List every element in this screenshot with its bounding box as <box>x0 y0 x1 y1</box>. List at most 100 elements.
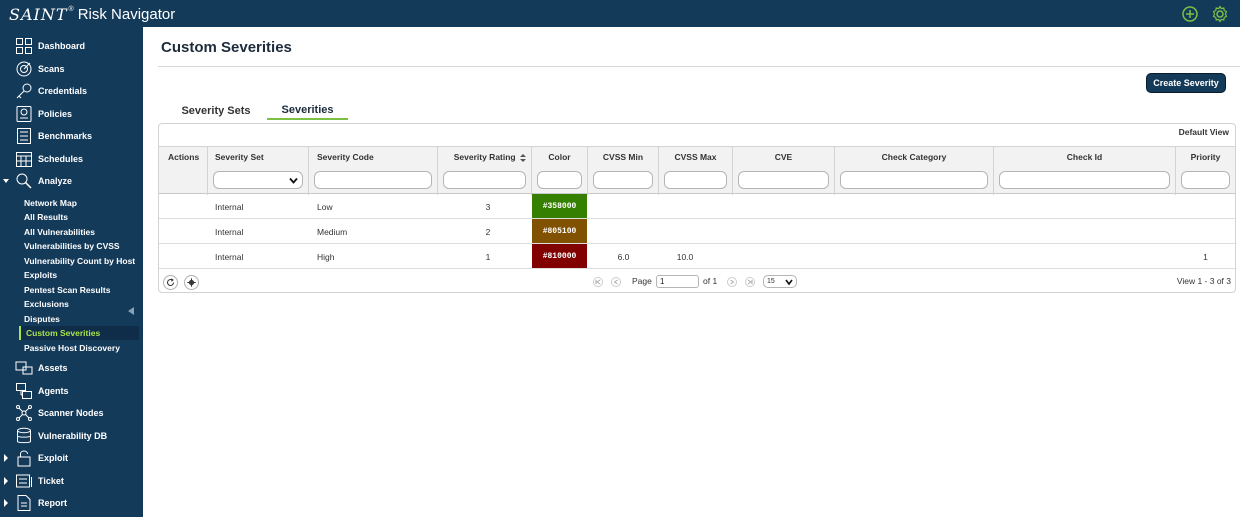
severity-rating-filter-input[interactable] <box>443 171 526 189</box>
last-page-icon[interactable] <box>744 277 756 287</box>
priority-filter-input[interactable] <box>1181 171 1230 189</box>
column-header-cvss-min[interactable]: CVSS Min <box>588 147 659 195</box>
column-header-severity-set[interactable]: Severity Set <box>208 147 309 195</box>
sidebar-item-exploit[interactable]: Exploit <box>0 447 143 469</box>
default-view-link[interactable]: Default View <box>1179 127 1229 137</box>
column-header-check-id[interactable]: Check Id <box>994 147 1176 195</box>
refresh-button[interactable] <box>163 275 178 290</box>
column-header-severity-code[interactable]: Severity Code <box>309 147 438 195</box>
next-page-icon[interactable] <box>726 277 738 287</box>
first-page-icon[interactable] <box>592 277 604 287</box>
sidebar-sub-exploits[interactable]: Exploits <box>24 268 140 282</box>
gear-icon <box>187 278 196 287</box>
chevron-down-icon <box>289 177 298 184</box>
severity-code-filter-input[interactable] <box>314 171 432 189</box>
sidebar-sub-network-map[interactable]: Network Map <box>24 196 140 210</box>
severities-grid: Default View Actions Severity Set Severi… <box>158 123 1236 293</box>
sidebar-sub-vulnerabilities-by-cvss[interactable]: Vulnerabilities by CVSS <box>24 239 140 253</box>
sidebar-sub-all-results[interactable]: All Results <box>24 210 140 224</box>
column-header-color[interactable]: Color <box>532 147 588 195</box>
column-header-cvss-max[interactable]: CVSS Max <box>659 147 733 195</box>
benchmark-icon <box>17 128 31 144</box>
cell-severity-rating: 2 <box>485 226 491 237</box>
column-header-cve[interactable]: CVE <box>733 147 835 195</box>
column-header-severity-rating[interactable]: Severity Rating <box>438 147 532 195</box>
sidebar-item-label: Benchmarks <box>38 131 93 141</box>
chevron-down-icon[interactable] <box>3 177 9 185</box>
grid-pager: Page 1 of 1 15 View 1 - 3 of 3 <box>159 271 1235 293</box>
sidebar-item-assets[interactable]: Assets <box>0 357 143 379</box>
cvss-min-filter-input[interactable] <box>593 171 653 189</box>
page-number-input[interactable]: 1 <box>656 275 699 288</box>
cell-severity-set: Internal <box>215 226 244 237</box>
color-filter-input[interactable] <box>537 171 582 189</box>
cell-severity-set: Internal <box>215 201 244 212</box>
sidebar-item-vulnerability-db[interactable]: Vulnerability DB <box>0 425 143 447</box>
sidebar-sub-custom-severities[interactable]: Custom Severities <box>19 326 139 340</box>
cell-priority: 1 <box>1203 251 1208 262</box>
add-circle-icon[interactable] <box>1181 5 1199 23</box>
chevron-right-icon[interactable] <box>3 477 9 485</box>
tab-severities[interactable]: Severities <box>267 102 348 120</box>
cell-severity-code: High <box>317 251 335 262</box>
brand-saint: SAINT <box>9 4 68 24</box>
column-header-priority[interactable]: Priority <box>1176 147 1235 195</box>
sidebar-item-label: Ticket <box>38 476 64 486</box>
sidebar-item-agents[interactable]: Agents <box>0 380 143 402</box>
brand-logo[interactable]: SAINT ® Risk Navigator <box>9 4 175 24</box>
sidebar-item-benchmarks[interactable]: Benchmarks <box>0 125 143 147</box>
column-header-check-category[interactable]: Check Category <box>835 147 994 195</box>
page-count-label: of 1 <box>703 276 718 286</box>
cell-severity-rating: 1 <box>485 251 491 262</box>
sidebar-item-scanner-nodes[interactable]: Scanner Nodes <box>0 402 143 424</box>
table-row[interactable]: Internal Low 3 #358000 <box>159 194 1235 219</box>
sidebar-item-ticket[interactable]: Ticket <box>0 470 143 492</box>
prev-page-icon[interactable] <box>610 277 622 287</box>
sidebar-item-scans[interactable]: Scans <box>0 58 143 80</box>
severity-set-filter-select[interactable] <box>213 171 303 189</box>
column-title: CVSS Min <box>602 152 644 162</box>
top-bar: SAINT ® Risk Navigator <box>0 0 1240 27</box>
rows-per-page-select[interactable]: 15 <box>763 275 797 288</box>
cell-severity-code: Low <box>317 201 333 212</box>
dashboard-icon <box>16 38 32 54</box>
key-icon <box>16 83 32 99</box>
column-title: Actions <box>168 152 200 162</box>
sort-icon[interactable] <box>520 153 526 162</box>
sidebar-sub-exclusions[interactable]: Exclusions <box>24 297 140 311</box>
exploit-icon <box>17 450 31 467</box>
cve-filter-input[interactable] <box>738 171 829 189</box>
assets-icon <box>15 361 33 375</box>
column-title: CVE <box>774 152 793 162</box>
sidebar-item-analyze[interactable]: Analyze <box>0 170 143 192</box>
sidebar-sub-disputes[interactable]: Disputes <box>24 312 140 326</box>
create-severity-button[interactable]: Create Severity <box>1146 73 1226 93</box>
sidebar-sub-pentest-scan-results[interactable]: Pentest Scan Results <box>24 283 140 297</box>
sidebar-sub-passive-host-discovery[interactable]: Passive Host Discovery <box>24 341 140 355</box>
chevron-down-icon <box>785 279 793 286</box>
column-title: Check Category <box>881 152 947 162</box>
tab-severity-sets[interactable]: Severity Sets <box>175 102 257 120</box>
sidebar-item-label: Dashboard <box>38 41 86 51</box>
table-row[interactable]: Internal High 1 #810000 6.0 10.0 1 <box>159 244 1235 269</box>
cell-color-swatch: #810000 <box>532 244 587 268</box>
sidebar-item-schedules[interactable]: Schedules <box>0 148 143 170</box>
sidebar-item-dashboard[interactable]: Dashboard <box>0 35 143 57</box>
chevron-right-icon[interactable] <box>3 454 9 462</box>
calendar-icon <box>16 152 32 167</box>
settings-button[interactable] <box>184 275 199 290</box>
cell-severity-code: Medium <box>317 226 348 237</box>
check-id-filter-input[interactable] <box>999 171 1170 189</box>
cell-severity-set: Internal <box>215 251 244 262</box>
gear-icon[interactable] <box>1211 5 1229 23</box>
cvss-max-filter-input[interactable] <box>664 171 727 189</box>
sidebar-item-policies[interactable]: Policies <box>0 103 143 125</box>
collapse-sidebar-icon[interactable] <box>128 307 134 315</box>
check-category-filter-input[interactable] <box>840 171 988 189</box>
chevron-right-icon[interactable] <box>3 499 9 507</box>
sidebar-sub-all-vulnerabilities[interactable]: All Vulnerabilities <box>24 225 140 239</box>
sidebar-item-credentials[interactable]: Credentials <box>0 80 143 102</box>
table-row[interactable]: Internal Medium 2 #805100 <box>159 219 1235 244</box>
sidebar-item-report[interactable]: Report <box>0 492 143 514</box>
sidebar-sub-vulnerability-count-by-host[interactable]: Vulnerability Count by Host <box>24 254 140 268</box>
